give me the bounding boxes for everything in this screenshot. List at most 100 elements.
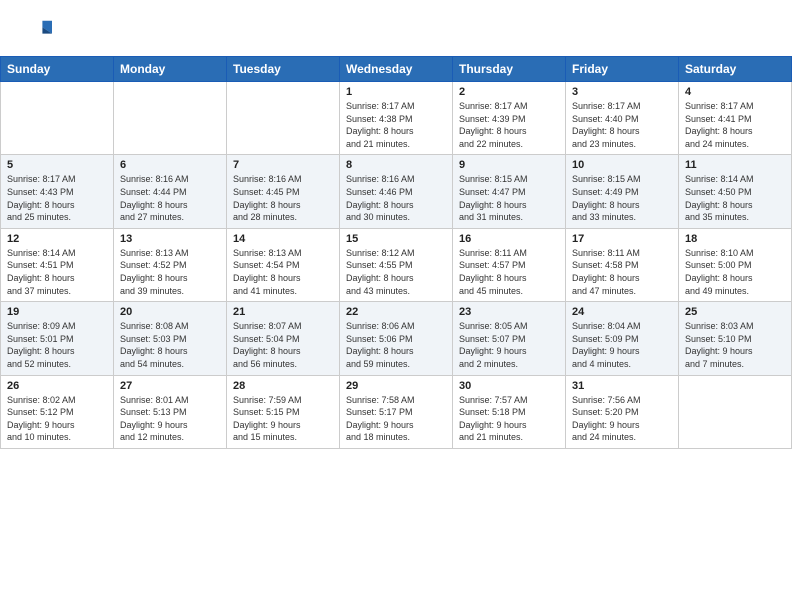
day-number: 2 bbox=[459, 86, 559, 98]
calendar-cell: 13 Sunrise: 8:13 AM Sunset: 4:52 PM Dayli… bbox=[114, 228, 227, 301]
calendar-cell: 21 Sunrise: 8:07 AM Sunset: 5:04 PM Dayli… bbox=[227, 302, 340, 375]
day-number: 31 bbox=[572, 380, 672, 392]
day-info: Sunrise: 8:11 AM Sunset: 4:57 PM Dayligh… bbox=[459, 247, 559, 297]
day-number: 5 bbox=[7, 159, 107, 171]
day-number: 21 bbox=[233, 306, 333, 318]
day-info: Sunrise: 7:59 AM Sunset: 5:15 PM Dayligh… bbox=[233, 394, 333, 444]
calendar-cell: 23Sunrise: 8:05 AM Sunset: 5:07 PM Dayli… bbox=[453, 302, 566, 375]
day-number: 28 bbox=[233, 380, 333, 392]
day-info: Sunrise: 8:11 AM Sunset: 4:58 PM Dayligh… bbox=[572, 247, 672, 297]
calendar-cell: 11Sunrise: 8:14 AM Sunset: 4:50 PM Dayli… bbox=[679, 155, 792, 228]
day-number: 7 bbox=[233, 159, 333, 171]
day-number: 10 bbox=[572, 159, 672, 171]
weekday-wednesday: Wednesday bbox=[340, 57, 453, 82]
calendar-cell: 14Sunrise: 8:13 AM Sunset: 4:54 PM Dayli… bbox=[227, 228, 340, 301]
calendar-cell: 10 Sunrise: 8:15 AM Sunset: 4:49 PM Dayli… bbox=[566, 155, 679, 228]
day-info: Sunrise: 8:16 AM Sunset: 4:46 PM Dayligh… bbox=[346, 173, 446, 223]
day-info: Sunrise: 8:15 AM Sunset: 4:47 PM Dayligh… bbox=[459, 173, 559, 223]
day-info: Sunrise: 8:15 AM Sunset: 4:49 PM Dayligh… bbox=[572, 173, 672, 223]
day-info: Sunrise: 7:57 AM Sunset: 5:18 PM Dayligh… bbox=[459, 394, 559, 444]
day-number: 30 bbox=[459, 380, 559, 392]
calendar-cell: 24 Sunrise: 8:04 AM Sunset: 5:09 PM Dayli… bbox=[566, 302, 679, 375]
day-info: Sunrise: 8:17 AM Sunset: 4:39 PM Dayligh… bbox=[459, 100, 559, 150]
calendar-cell: 17 Sunrise: 8:11 AM Sunset: 4:58 PM Dayli… bbox=[566, 228, 679, 301]
calendar-cell: 8 Sunrise: 8:16 AM Sunset: 4:46 PM Daylig… bbox=[340, 155, 453, 228]
calendar-cell: 31 Sunrise: 7:56 AM Sunset: 5:20 PM Dayli… bbox=[566, 375, 679, 448]
logo-icon bbox=[20, 16, 52, 48]
calendar-cell: 19 Sunrise: 8:09 AM Sunset: 5:01 PM Dayli… bbox=[1, 302, 114, 375]
day-info: Sunrise: 8:17 AM Sunset: 4:43 PM Dayligh… bbox=[7, 173, 107, 223]
day-info: Sunrise: 8:16 AM Sunset: 4:44 PM Dayligh… bbox=[120, 173, 220, 223]
day-number: 14 bbox=[233, 233, 333, 245]
day-info: Sunrise: 8:17 AM Sunset: 4:41 PM Dayligh… bbox=[685, 100, 785, 150]
calendar-cell bbox=[679, 375, 792, 448]
calendar-cell bbox=[1, 82, 114, 155]
calendar-cell: 15Sunrise: 8:12 AM Sunset: 4:55 PM Dayli… bbox=[340, 228, 453, 301]
day-info: Sunrise: 8:05 AM Sunset: 5:07 PM Dayligh… bbox=[459, 320, 559, 370]
calendar-cell: 29 Sunrise: 7:58 AM Sunset: 5:17 PM Dayli… bbox=[340, 375, 453, 448]
day-info: Sunrise: 8:02 AM Sunset: 5:12 PM Dayligh… bbox=[7, 394, 107, 444]
day-info: Sunrise: 8:16 AM Sunset: 4:45 PM Dayligh… bbox=[233, 173, 333, 223]
day-info: Sunrise: 8:09 AM Sunset: 5:01 PM Dayligh… bbox=[7, 320, 107, 370]
day-info: Sunrise: 8:07 AM Sunset: 5:04 PM Dayligh… bbox=[233, 320, 333, 370]
day-info: Sunrise: 8:01 AM Sunset: 5:13 PM Dayligh… bbox=[120, 394, 220, 444]
day-info: Sunrise: 8:17 AM Sunset: 4:40 PM Dayligh… bbox=[572, 100, 672, 150]
day-number: 19 bbox=[7, 306, 107, 318]
calendar-cell: 12 Sunrise: 8:14 AM Sunset: 4:51 PM Dayli… bbox=[1, 228, 114, 301]
weekday-monday: Monday bbox=[114, 57, 227, 82]
weekday-saturday: Saturday bbox=[679, 57, 792, 82]
day-info: Sunrise: 7:56 AM Sunset: 5:20 PM Dayligh… bbox=[572, 394, 672, 444]
day-number: 8 bbox=[346, 159, 446, 171]
calendar-week-row: 26 Sunrise: 8:02 AM Sunset: 5:12 PM Dayli… bbox=[1, 375, 792, 448]
calendar-cell: 28 Sunrise: 7:59 AM Sunset: 5:15 PM Dayli… bbox=[227, 375, 340, 448]
day-info: Sunrise: 8:13 AM Sunset: 4:52 PM Dayligh… bbox=[120, 247, 220, 297]
day-number: 13 bbox=[120, 233, 220, 245]
day-info: Sunrise: 7:58 AM Sunset: 5:17 PM Dayligh… bbox=[346, 394, 446, 444]
calendar-cell: 4 Sunrise: 8:17 AM Sunset: 4:41 PM Daylig… bbox=[679, 82, 792, 155]
day-number: 15 bbox=[346, 233, 446, 245]
calendar-cell: 2 Sunrise: 8:17 AM Sunset: 4:39 PM Daylig… bbox=[453, 82, 566, 155]
day-number: 1 bbox=[346, 86, 446, 98]
day-info: Sunrise: 8:10 AM Sunset: 5:00 PM Dayligh… bbox=[685, 247, 785, 297]
day-number: 17 bbox=[572, 233, 672, 245]
day-info: Sunrise: 8:03 AM Sunset: 5:10 PM Dayligh… bbox=[685, 320, 785, 370]
calendar-cell: 27 Sunrise: 8:01 AM Sunset: 5:13 PM Dayli… bbox=[114, 375, 227, 448]
day-info: Sunrise: 8:17 AM Sunset: 4:38 PM Dayligh… bbox=[346, 100, 446, 150]
calendar-table: SundayMondayTuesdayWednesdayThursdayFrid… bbox=[0, 56, 792, 449]
day-number: 3 bbox=[572, 86, 672, 98]
calendar-cell: 9Sunrise: 8:15 AM Sunset: 4:47 PM Daylig… bbox=[453, 155, 566, 228]
day-number: 20 bbox=[120, 306, 220, 318]
day-info: Sunrise: 8:14 AM Sunset: 4:50 PM Dayligh… bbox=[685, 173, 785, 223]
calendar-cell: 18 Sunrise: 8:10 AM Sunset: 5:00 PM Dayli… bbox=[679, 228, 792, 301]
day-number: 25 bbox=[685, 306, 785, 318]
calendar-cell: 22 Sunrise: 8:06 AM Sunset: 5:06 PM Dayli… bbox=[340, 302, 453, 375]
calendar-cell: 5 Sunrise: 8:17 AM Sunset: 4:43 PM Daylig… bbox=[1, 155, 114, 228]
day-number: 12 bbox=[7, 233, 107, 245]
day-number: 18 bbox=[685, 233, 785, 245]
weekday-thursday: Thursday bbox=[453, 57, 566, 82]
calendar-cell: 1 Sunrise: 8:17 AM Sunset: 4:38 PM Daylig… bbox=[340, 82, 453, 155]
day-number: 26 bbox=[7, 380, 107, 392]
calendar-week-row: 1 Sunrise: 8:17 AM Sunset: 4:38 PM Daylig… bbox=[1, 82, 792, 155]
weekday-tuesday: Tuesday bbox=[227, 57, 340, 82]
day-number: 4 bbox=[685, 86, 785, 98]
day-number: 24 bbox=[572, 306, 672, 318]
day-number: 29 bbox=[346, 380, 446, 392]
calendar-cell: 20 Sunrise: 8:08 AM Sunset: 5:03 PM Dayli… bbox=[114, 302, 227, 375]
calendar-week-row: 19 Sunrise: 8:09 AM Sunset: 5:01 PM Dayli… bbox=[1, 302, 792, 375]
day-number: 27 bbox=[120, 380, 220, 392]
page: SundayMondayTuesdayWednesdayThursdayFrid… bbox=[0, 0, 792, 612]
day-info: Sunrise: 8:06 AM Sunset: 5:06 PM Dayligh… bbox=[346, 320, 446, 370]
calendar-cell bbox=[114, 82, 227, 155]
calendar-cell: 7 Sunrise: 8:16 AM Sunset: 4:45 PM Daylig… bbox=[227, 155, 340, 228]
day-info: Sunrise: 8:04 AM Sunset: 5:09 PM Dayligh… bbox=[572, 320, 672, 370]
weekday-sunday: Sunday bbox=[1, 57, 114, 82]
calendar-cell bbox=[227, 82, 340, 155]
logo bbox=[20, 16, 56, 48]
day-info: Sunrise: 8:08 AM Sunset: 5:03 PM Dayligh… bbox=[120, 320, 220, 370]
day-number: 22 bbox=[346, 306, 446, 318]
day-info: Sunrise: 8:14 AM Sunset: 4:51 PM Dayligh… bbox=[7, 247, 107, 297]
calendar-week-row: 12 Sunrise: 8:14 AM Sunset: 4:51 PM Dayli… bbox=[1, 228, 792, 301]
calendar-cell: 26 Sunrise: 8:02 AM Sunset: 5:12 PM Dayli… bbox=[1, 375, 114, 448]
weekday-friday: Friday bbox=[566, 57, 679, 82]
